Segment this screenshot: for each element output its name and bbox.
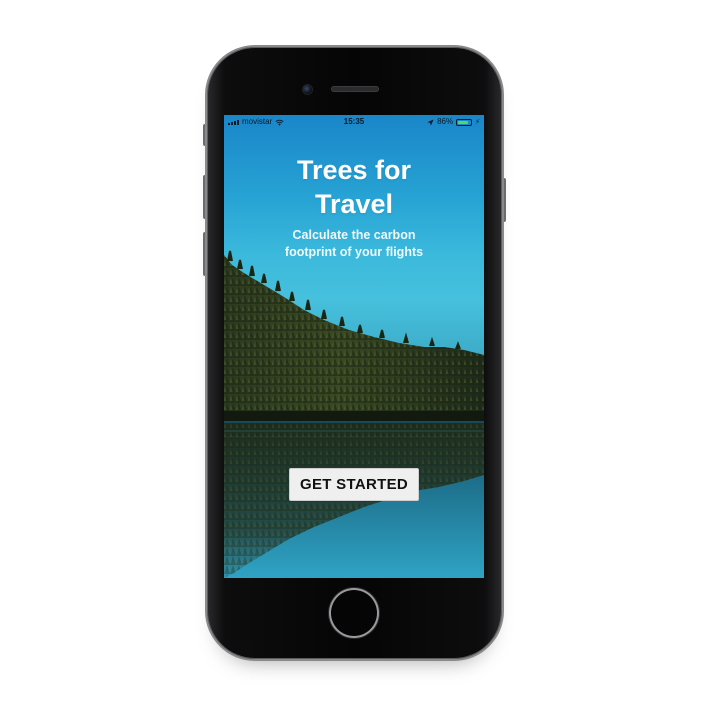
location-icon bbox=[427, 118, 434, 126]
device-mockup: movistar 15:35 86% ⚡ Trees for Travel Ca… bbox=[0, 0, 709, 709]
status-bar: movistar 15:35 86% ⚡ bbox=[224, 115, 484, 129]
battery-percent: 86% bbox=[437, 117, 454, 126]
power-button bbox=[502, 178, 506, 222]
home-button[interactable] bbox=[331, 590, 377, 636]
front-camera bbox=[302, 84, 313, 95]
app-screen: movistar 15:35 86% ⚡ Trees for Travel Ca… bbox=[224, 115, 484, 578]
battery-level-fill bbox=[458, 120, 469, 124]
get-started-button[interactable]: GET STARTED bbox=[289, 468, 419, 501]
charge-icon: ⚡ bbox=[475, 118, 480, 126]
app-title: Trees for Travel bbox=[296, 155, 412, 219]
status-bar-right: 86% ⚡ bbox=[427, 115, 480, 129]
earpiece-speaker bbox=[331, 86, 379, 92]
app-subtitle: Calculate the carbon footprint of your f… bbox=[284, 228, 424, 259]
battery-icon bbox=[456, 118, 473, 126]
